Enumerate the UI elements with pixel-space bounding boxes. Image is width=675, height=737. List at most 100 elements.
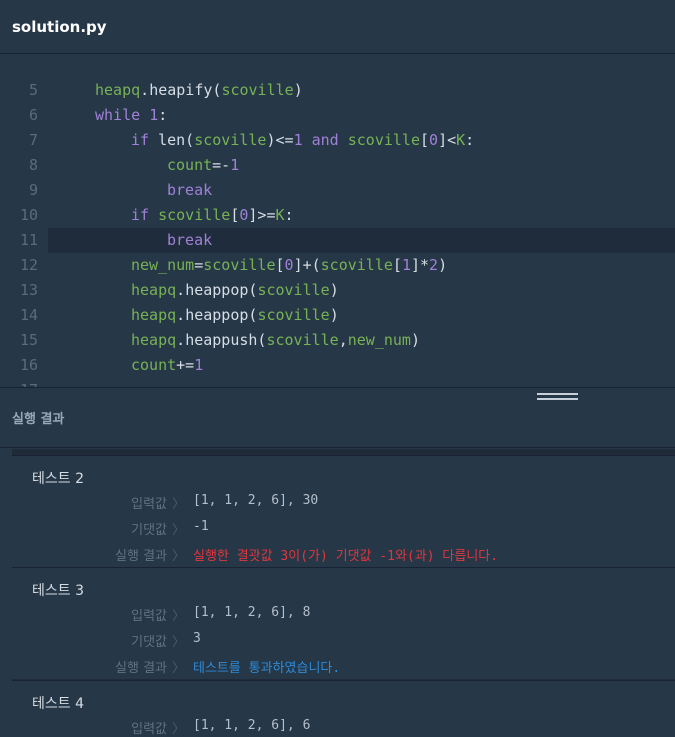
code-token: heapq (131, 306, 177, 324)
code-token: heapify( (149, 81, 222, 99)
code-token: 1 (149, 106, 159, 124)
code-token: scoville (266, 331, 339, 349)
result-row-value: 실행한 결괏값 3이(가) 기댓값 -1와(과) 다릅니다. (193, 549, 499, 564)
line-number: 8 (28, 156, 38, 174)
code-token: [ (420, 131, 430, 149)
code-token: count (167, 156, 213, 174)
code-token: ) (410, 331, 420, 349)
line-code: while 1: (95, 103, 167, 128)
line-code: if len(scoville)<=1 and scoville[0]<K: (131, 128, 474, 153)
code-token: heappush( (185, 331, 267, 349)
expected-row-value: -1 (193, 519, 209, 534)
code-token: scoville (158, 206, 231, 224)
line-code: break (167, 228, 212, 253)
line-code: count=-1 (167, 153, 239, 178)
code-line[interactable]: 9 break (0, 178, 675, 203)
test-case: 테스트 4 입력값 〉 [1, 1, 2, 6], 6 (12, 680, 675, 737)
file-header: solution.py (0, 0, 675, 54)
line-number: 16 (19, 356, 38, 374)
code-line[interactable]: 16 count+=1 (0, 353, 675, 378)
code-token: if (131, 206, 150, 224)
code-token: new_num (131, 256, 195, 274)
code-token: ) (329, 281, 339, 299)
code-line[interactable]: 15 heapq.heappush(scoville,new_num) (0, 328, 675, 353)
code-line[interactable]: 11 break (0, 228, 675, 253)
code-token: [ (275, 256, 285, 274)
code-line[interactable]: 7 if len(scoville)<=1 and scoville[0]<K: (0, 128, 675, 153)
test-name: 테스트 4 (32, 696, 84, 712)
input-row: 입력값 〉 [1, 1, 2, 6], 6 (12, 718, 675, 737)
line-number: 9 (28, 181, 38, 199)
code-token: scoville (347, 131, 420, 149)
line-code: heapq.heappop(scoville) (131, 278, 339, 303)
code-line[interactable]: 6 while 1: (0, 103, 675, 128)
input-row-value: [1, 1, 2, 6], 30 (193, 493, 319, 508)
input-row-label: 입력값 (131, 609, 167, 624)
file-tab-title[interactable]: solution.py (12, 18, 107, 36)
code-token: heapq (95, 81, 141, 99)
code-line[interactable]: 10 if scoville[0]>=K: (0, 203, 675, 228)
code-line[interactable]: 12 new_num=scoville[0]+(scoville[1]*2) (0, 253, 675, 278)
line-number: 14 (19, 306, 38, 324)
code-token: 0 (284, 256, 294, 274)
code-token: : (284, 206, 294, 224)
test-name: 테스트 3 (32, 583, 84, 599)
result-row-label: 실행 결과 (115, 661, 167, 676)
code-token: . (176, 331, 186, 349)
chevron-right-icon: 〉 (172, 549, 186, 564)
expected-row-label: 기댓값 (131, 523, 167, 538)
input-row-label: 입력값 (131, 497, 167, 512)
test-name: 테스트 2 (32, 471, 84, 487)
code-token: K (275, 206, 285, 224)
input-row: 입력값 〉 [1, 1, 2, 6], 30 (12, 493, 675, 515)
code-token: K (456, 131, 466, 149)
input-row-value: [1, 1, 2, 6], 8 (193, 605, 311, 620)
result-row-label: 실행 결과 (115, 549, 167, 564)
resize-handle-icon[interactable] (537, 393, 578, 403)
code-token: heappop( (185, 281, 258, 299)
line-number: 12 (19, 256, 38, 274)
code-token: ) (329, 306, 339, 324)
code-token: if (131, 131, 150, 149)
code-token: . (176, 281, 186, 299)
code-token: scoville (221, 81, 294, 99)
code-token: heappop( (185, 306, 258, 324)
chevron-right-icon: 〉 (172, 609, 186, 624)
chevron-right-icon: 〉 (172, 635, 186, 650)
line-number: 11 (19, 231, 38, 249)
code-token: heapq (131, 281, 177, 299)
code-token: new_num (347, 331, 411, 349)
chevron-right-icon: 〉 (172, 661, 186, 676)
results-panel[interactable]: 테스트 2 입력값 〉 [1, 1, 2, 6], 30 기댓값 〉 -1 실행 결과 〉 실행한… (0, 449, 675, 737)
code-token: ) (438, 256, 448, 274)
code-token: ]* (410, 256, 430, 274)
code-line[interactable]: 8 count=-1 (0, 153, 675, 178)
code-editor[interactable]: 5 heapq.heapify(scoville) 6 while 1: 7 if len… (0, 55, 675, 387)
results-gutter (0, 449, 12, 737)
code-line[interactable]: 14 heapq.heappop(scoville) (0, 303, 675, 328)
code-token: , (338, 331, 348, 349)
input-row-label: 입력값 (131, 722, 167, 737)
code-token: count (131, 356, 177, 374)
input-row: 입력값 〉 [1, 1, 2, 6], 8 (12, 605, 675, 627)
code-token: ) (293, 81, 303, 99)
line-number: 10 (19, 206, 38, 224)
code-token: 1 (194, 356, 204, 374)
code-token: heapq (131, 331, 177, 349)
code-line[interactable]: 13 heapq.heappop(scoville) (0, 278, 675, 303)
code-token: =- (212, 156, 231, 174)
line-number: 13 (19, 281, 38, 299)
code-line[interactable]: 17 (0, 378, 675, 387)
panel-resizer[interactable]: 실행 결과 (0, 387, 675, 448)
code-line[interactable]: 5 heapq.heapify(scoville) (0, 78, 675, 103)
chevron-right-icon: 〉 (172, 722, 186, 737)
code-token: 1 (230, 156, 240, 174)
code-token: 0 (429, 131, 439, 149)
line-number: 7 (28, 131, 38, 149)
code-token: scoville (194, 131, 267, 149)
line-number: 17 (0, 378, 38, 387)
line-number: 5 (28, 81, 38, 99)
